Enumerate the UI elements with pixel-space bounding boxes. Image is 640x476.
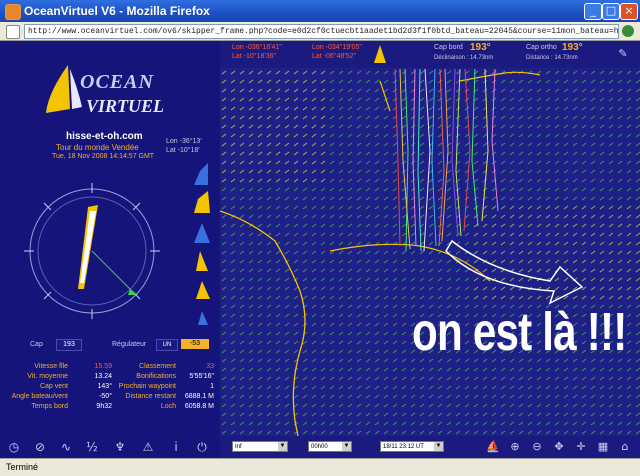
stat-label: Bonifications: [136, 373, 176, 380]
warning-icon[interactable]: ⚠: [140, 439, 156, 455]
stats-table: Vitesse flle 15.59 Classement 33 Vit. mo…: [4, 362, 216, 412]
window-title: OceanVirtuel V6 - Mozilla Firefox: [24, 4, 210, 18]
stat-label: Prochain waypoint: [118, 383, 176, 390]
sail-selector[interactable]: [188, 161, 214, 331]
race-date: Tue, 18 Nov 2008 14:14:57 GMT: [52, 153, 155, 160]
cap-ortho-value: 193°: [562, 42, 583, 53]
cap-label: Cap: [30, 341, 43, 348]
layer-select[interactable]: Inf ▼: [232, 441, 288, 452]
chevron-down-icon: ▼: [342, 442, 351, 451]
boat-lon: Lon -36°13': [166, 138, 202, 145]
cursor-lon: Lon -036°16'41": [232, 44, 282, 51]
stats-row: Vitesse flle 15.59 Classement 33: [4, 362, 216, 372]
status-bar: Terminé: [0, 458, 640, 476]
boat-tool-icon[interactable]: ⛵: [486, 440, 500, 454]
pan-icon[interactable]: ✥: [552, 440, 566, 454]
stat-label: Loch: [160, 403, 176, 410]
info-icon[interactable]: i: [168, 439, 184, 455]
stat-label: Distance restant: [125, 393, 176, 400]
chevron-down-icon: ▼: [434, 442, 443, 451]
stat-value: 33: [206, 363, 214, 370]
home-icon[interactable]: ⌂: [618, 440, 632, 454]
stat-value: 1: [210, 383, 214, 390]
app-area: OCEAN VIRTUEL hisse-et-oh.com Tour du mo…: [0, 41, 640, 458]
address-bar: http://www.oceanvirtuel.com/ov6/skipper_…: [0, 22, 640, 41]
cross-icon[interactable]: ✛: [574, 440, 588, 454]
cap-bord-value: 193°: [470, 42, 491, 53]
grid-icon[interactable]: ▦: [596, 440, 610, 454]
cap-ortho-label: Cap ortho: [526, 44, 557, 51]
regulator-value[interactable]: -53: [181, 339, 209, 349]
stat-label: Classement: [139, 363, 176, 370]
stats-row: Cap vent 143° Prochain waypoint 1: [4, 382, 216, 392]
maximize-button[interactable]: □: [602, 3, 620, 20]
zoom-in-icon[interactable]: ⊕: [508, 440, 522, 454]
layer-select-value: Inf: [235, 444, 242, 450]
window-titlebar: OceanVirtuel V6 - Mozilla Firefox _ □ ×: [0, 0, 640, 22]
map-bottombar: Inf ▼ 00h00 ▼ 18/11 23:12 UT ▼ ⛵ ⊕ ⊖ ✥ ✛ ▦ …: [220, 436, 640, 458]
minimize-button[interactable]: _: [584, 3, 602, 20]
url-field[interactable]: http://www.oceanvirtuel.com/ov6/skipper_…: [24, 24, 619, 39]
cap-ortho-sub: Distance : 14.73nm: [526, 55, 578, 61]
stat-value: 9h32: [96, 403, 112, 410]
stat-value: 143°: [97, 383, 112, 390]
power-icon[interactable]: ⏻: [194, 439, 210, 455]
boat-icon: [374, 45, 386, 63]
regulator-label: Régulateur: [112, 341, 147, 348]
map-view[interactable]: on est là !!!: [220, 41, 640, 436]
cap-bord-label: Cap bord: [434, 44, 463, 51]
annotation-text: on est là !!!: [412, 302, 627, 362]
target-lon: Lon -034°19'05": [312, 44, 362, 51]
stat-value: 6888.1 M: [184, 393, 214, 400]
compass-dial[interactable]: [20, 171, 170, 331]
page-icon: [6, 25, 20, 39]
logo-ocean: OCEAN: [80, 71, 154, 93]
logo-virtuel: VIRTUEL: [86, 96, 165, 116]
close-button[interactable]: ×: [620, 3, 638, 20]
regulator-select[interactable]: UN: [156, 339, 178, 351]
edit-icon[interactable]: ✎: [616, 47, 630, 61]
map-topbar: Lon -036°16'41" Lat -10°18'36" Lon -034°…: [220, 41, 640, 68]
stat-label: Cap vent: [39, 383, 68, 390]
stat-label: Vitesse flle: [34, 363, 68, 370]
stat-value: 15.59: [94, 363, 112, 370]
left-toolbar: ◷ ⊘ ∿ ½ ♆ ⚠ i ⏻: [0, 436, 220, 458]
cursor-lat: Lat -10°18'36": [232, 53, 276, 60]
stat-label: Vit. moyenne: [27, 373, 68, 380]
zoom-out-icon[interactable]: ⊖: [530, 440, 544, 454]
stat-label: Angle bateau/vent: [11, 393, 68, 400]
race-name: Tour du monde Vendée: [56, 143, 139, 152]
stat-value: 13.24: [94, 373, 112, 380]
forecast-select-value: 18/11 23:12 UT: [383, 444, 424, 450]
stat-value: -50°: [99, 393, 112, 400]
go-icon[interactable]: [622, 25, 634, 37]
time-select-value: 00h00: [311, 444, 328, 450]
compass-icon[interactable]: ⊘: [32, 439, 48, 455]
wind-map: [220, 68, 640, 436]
clock-icon[interactable]: ◷: [6, 439, 22, 455]
stats-row: Vit. moyenne 13.24 Bonifications 5'55'16…: [4, 372, 216, 382]
firefox-icon: [5, 4, 21, 20]
cap-bord-sub: Déclinaison : 14.73nm: [434, 55, 494, 61]
stat-value: 5'55'16": [189, 373, 214, 380]
boat-name: hisse-et-oh.com: [66, 131, 143, 142]
left-panel: OCEAN VIRTUEL hisse-et-oh.com Tour du mo…: [0, 41, 220, 458]
antenna-icon[interactable]: ♆: [112, 439, 128, 455]
stats-row: Temps bord 9h32 Loch 6058.8 M: [4, 402, 216, 412]
stat-value: 6058.8 M: [184, 403, 214, 410]
chevron-down-icon: ▼: [278, 442, 287, 451]
status-text: Terminé: [6, 462, 39, 472]
forecast-select[interactable]: 18/11 23:12 UT ▼: [380, 441, 444, 452]
stat-label: Temps bord: [31, 403, 68, 410]
target-lat: Lat -06°48'52": [312, 53, 356, 60]
chart-icon[interactable]: ∿: [58, 439, 74, 455]
stats-row: Angle bateau/vent -50° Distance restant …: [4, 392, 216, 402]
cap-input[interactable]: 193: [56, 339, 82, 351]
fraction-icon[interactable]: ½: [84, 439, 100, 455]
boat-lat: Lat -10°18': [166, 147, 200, 154]
time-select[interactable]: 00h00 ▼: [308, 441, 352, 452]
boat-position: Lon -36°13' Lat -10°18': [166, 137, 202, 155]
